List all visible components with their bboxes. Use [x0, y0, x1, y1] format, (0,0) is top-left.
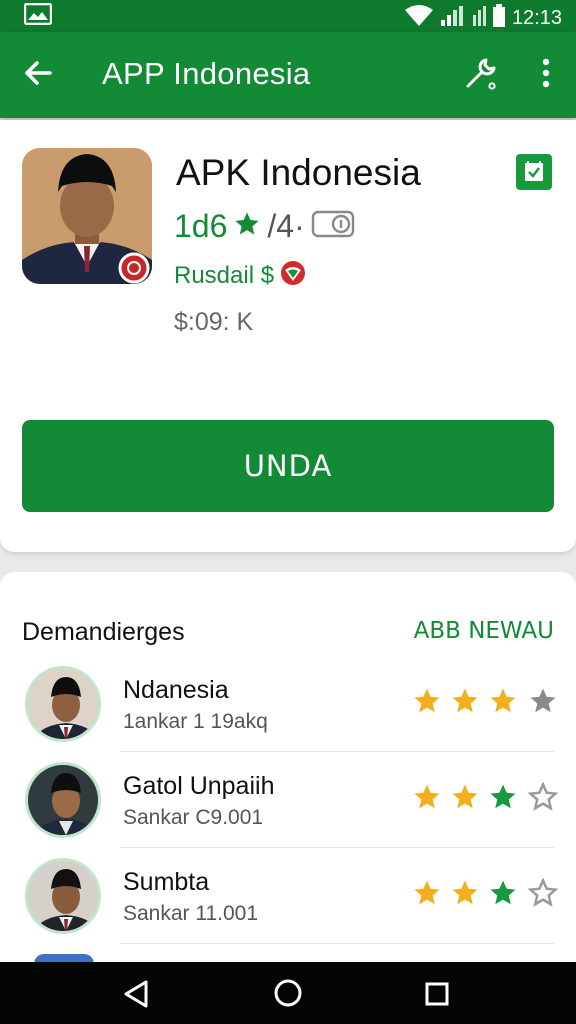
- more-vert-icon[interactable]: [536, 56, 556, 97]
- star-rating: [412, 686, 558, 716]
- status-bar: 12:13: [0, 0, 576, 32]
- star-rating: [412, 782, 558, 812]
- developer-row[interactable]: Rusdail $: [174, 260, 306, 291]
- reviews-card: Demandierges ABB NEWAU Ndanesia 1ankar 1…: [0, 572, 576, 964]
- avatar: [25, 858, 101, 934]
- app-icon: [22, 148, 152, 284]
- star-icon: [452, 880, 478, 905]
- star-icon: [528, 782, 558, 811]
- wifi-icon: [404, 5, 434, 32]
- nav-back-icon[interactable]: [122, 979, 150, 1014]
- star-icon: [490, 784, 516, 809]
- star-icon: [530, 688, 556, 713]
- star-rating: [412, 878, 558, 908]
- divider: [120, 943, 554, 944]
- system-nav-bar: [0, 962, 576, 1024]
- avatar: [25, 762, 101, 838]
- review-meta: Sankar 11.001: [123, 902, 259, 925]
- review-meta: 1ankar 1 19akq: [123, 710, 268, 733]
- review-item[interactable]: Sumbta Sankar 11.001: [0, 858, 576, 954]
- nav-home-icon[interactable]: [273, 978, 303, 1013]
- gallery-icon: [23, 2, 53, 30]
- app-name: APK Indonesia: [176, 152, 421, 193]
- star-icon: [490, 688, 516, 713]
- app-bar-title: APP Indonesia: [102, 56, 311, 91]
- dev-badge-icon: [280, 260, 306, 291]
- section-title: Demandierges: [22, 618, 185, 646]
- reviewer-name: Gatol Unpaiih: [123, 772, 275, 800]
- star-icon: [452, 784, 478, 809]
- reviewer-name: Ndanesia: [123, 676, 229, 704]
- clock: 12:13: [511, 7, 562, 29]
- battery-icon: [492, 4, 506, 33]
- nav-recent-icon[interactable]: [425, 982, 449, 1011]
- wrench-icon[interactable]: [462, 56, 498, 97]
- star-icon: [490, 880, 516, 905]
- review-item[interactable]: Ndanesia 1ankar 1 19akq: [0, 666, 576, 762]
- avatar: [25, 666, 101, 742]
- star-icon: [233, 210, 261, 243]
- signal-icon: [472, 5, 486, 32]
- developer-name[interactable]: Rusdail $: [174, 262, 274, 290]
- section-action-link[interactable]: ABB NEWAU: [414, 618, 554, 644]
- review-meta: Sankar C9.001: [123, 806, 264, 829]
- back-arrow-icon[interactable]: [22, 57, 54, 94]
- star-icon: [528, 878, 558, 907]
- reviewer-name: Sumbta: [123, 868, 210, 896]
- install-button[interactable]: UNDA: [22, 420, 554, 512]
- app-bar: APP Indonesia: [0, 32, 576, 118]
- star-icon: [414, 688, 440, 713]
- rating-row: 1d6 /4·: [174, 208, 355, 245]
- rating-value: 1d6: [174, 208, 228, 244]
- star-icon: [452, 688, 478, 713]
- review-item[interactable]: Gatol Unpaiih Sankar C9.001: [0, 762, 576, 858]
- star-icon: [414, 784, 440, 809]
- info-icon[interactable]: [311, 209, 355, 244]
- check-calendar-icon[interactable]: [516, 154, 552, 190]
- star-icon: [414, 880, 440, 905]
- signal-icon: [440, 5, 466, 32]
- divider: [120, 847, 554, 848]
- app-info-card: APK Indonesia 1d6 /4· Rusdail $ $:09: K …: [0, 120, 576, 552]
- rating-extra: /4·: [267, 208, 305, 244]
- divider: [120, 751, 554, 752]
- app-price: $:09: K: [174, 308, 254, 336]
